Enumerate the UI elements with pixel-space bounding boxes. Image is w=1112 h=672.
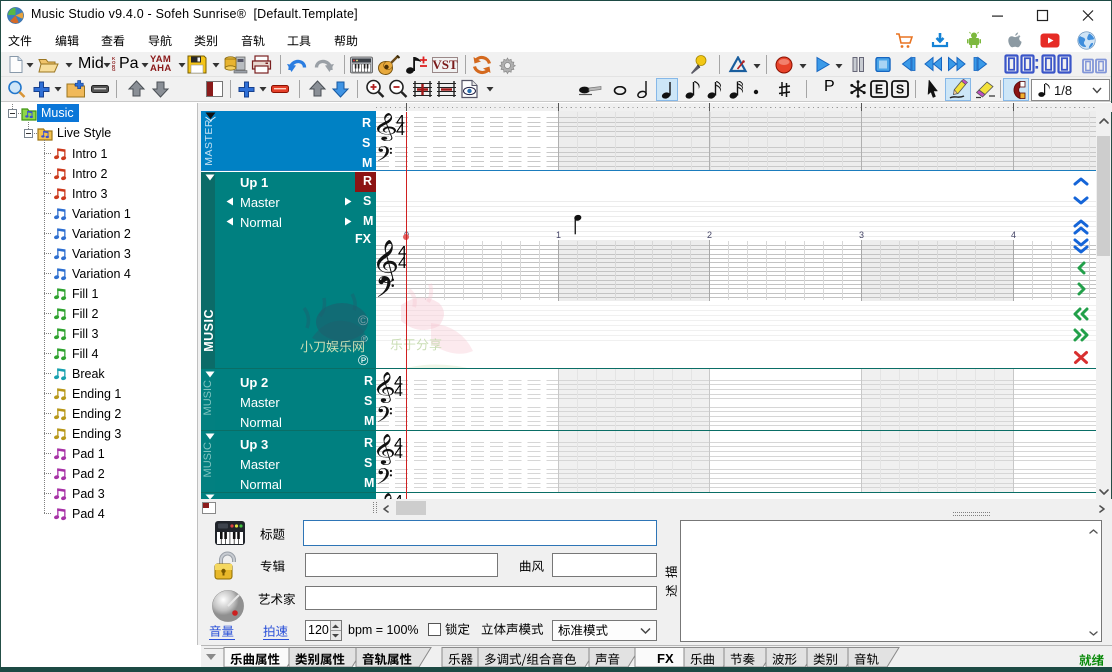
svg-text:S: S — [896, 83, 904, 97]
svg-text:E: E — [875, 83, 883, 97]
svg-text:VST: VST — [432, 57, 458, 72]
